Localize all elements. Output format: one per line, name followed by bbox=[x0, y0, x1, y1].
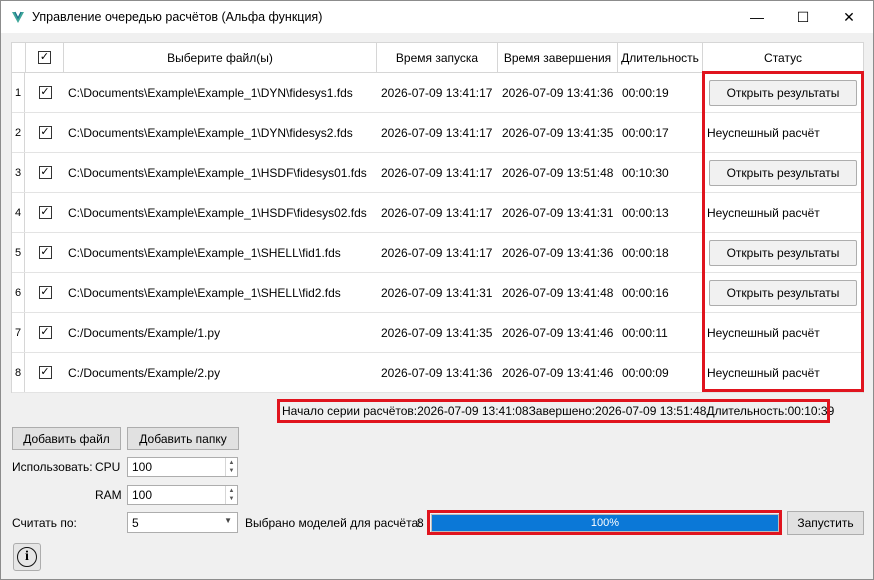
row-checkbox[interactable]: ✓ bbox=[38, 206, 52, 219]
run-button[interactable]: Запустить bbox=[787, 511, 864, 535]
end-time: 2026-07-09 13:41:36 bbox=[502, 85, 614, 100]
header-select-all[interactable]: ✓ bbox=[26, 43, 64, 72]
ram-spinbox[interactable]: 100 ▲ ▼ bbox=[127, 485, 238, 505]
cpu-value: 100 bbox=[132, 460, 153, 474]
header-end[interactable]: Время завершения bbox=[498, 43, 618, 72]
row-checkbox[interactable]: ✓ bbox=[38, 366, 52, 379]
close-button[interactable]: ✕ bbox=[826, 1, 872, 33]
row-select-cell[interactable]: ✓ bbox=[26, 113, 64, 152]
ram-spin-arrows[interactable]: ▲ ▼ bbox=[225, 486, 237, 504]
file-path: C:\Documents\Example\Example_1\HSDF\fide… bbox=[68, 165, 367, 180]
start-time: 2026-07-09 13:41:17 bbox=[381, 205, 493, 220]
row-number: 5 bbox=[12, 233, 25, 272]
duration: 00:00:11 bbox=[622, 325, 668, 340]
use-label: Использовать: bbox=[12, 460, 93, 474]
chevron-down-icon[interactable]: ▼ bbox=[224, 516, 232, 525]
select-all-checkbox[interactable]: ✓ bbox=[38, 51, 51, 64]
main-window: Управление очередью расчётов (Альфа функ… bbox=[0, 0, 874, 580]
end-time: 2026-07-09 13:51:48 bbox=[502, 165, 614, 180]
start-time: 2026-07-09 13:41:31 bbox=[381, 285, 493, 300]
row-number: 1 bbox=[12, 73, 25, 112]
row-number: 8 bbox=[12, 353, 25, 392]
client-area: ✓ Выберите файл(ы) Время запуска Время з… bbox=[1, 33, 873, 579]
duration: 00:00:17 bbox=[622, 125, 669, 140]
header-duration[interactable]: Длительность bbox=[618, 43, 703, 72]
row-checkbox[interactable]: ✓ bbox=[38, 126, 52, 139]
start-time: 2026-07-09 13:41:17 bbox=[381, 85, 493, 100]
row-checkbox[interactable]: ✓ bbox=[38, 246, 52, 259]
info-icon: i bbox=[17, 547, 37, 567]
minimize-button[interactable]: — bbox=[734, 1, 780, 33]
app-logo-icon bbox=[12, 11, 24, 23]
duration: 00:00:19 bbox=[622, 85, 669, 100]
file-path: C:\Documents\Example\Example_1\HSDF\fide… bbox=[68, 205, 367, 220]
window-title: Управление очередью расчётов (Альфа функ… bbox=[32, 10, 323, 24]
add-file-button[interactable]: Добавить файл bbox=[12, 427, 121, 450]
ram-label: RAM bbox=[95, 488, 122, 502]
row-select-cell[interactable]: ✓ bbox=[26, 233, 64, 272]
row-number: 2 bbox=[12, 113, 25, 152]
row-checkbox[interactable]: ✓ bbox=[38, 166, 52, 179]
row-select-cell[interactable]: ✓ bbox=[26, 193, 64, 232]
start-time: 2026-07-09 13:41:35 bbox=[381, 325, 493, 340]
progress-highlight bbox=[427, 510, 782, 535]
row-number: 7 bbox=[12, 313, 25, 352]
ram-value: 100 bbox=[132, 488, 153, 502]
header-status[interactable]: Статус bbox=[703, 43, 863, 72]
row-select-cell[interactable]: ✓ bbox=[26, 73, 64, 112]
status-highlight bbox=[702, 71, 864, 392]
file-path: C:/Documents/Example/1.py bbox=[68, 325, 221, 340]
start-time: 2026-07-09 13:41:17 bbox=[381, 245, 493, 260]
end-time: 2026-07-09 13:41:48 bbox=[502, 285, 614, 300]
file-path: C:\Documents\Example\Example_1\DYN\fides… bbox=[68, 85, 353, 100]
end-time: 2026-07-09 13:41:46 bbox=[502, 365, 614, 380]
duration: 00:10:30 bbox=[622, 165, 669, 180]
start-time: 2026-07-09 13:41:36 bbox=[381, 365, 493, 380]
table-header: ✓ Выберите файл(ы) Время запуска Время з… bbox=[12, 43, 863, 73]
start-time: 2026-07-09 13:41:17 bbox=[381, 165, 493, 180]
row-select-cell[interactable]: ✓ bbox=[26, 273, 64, 312]
duration: 00:00:18 bbox=[622, 245, 669, 260]
info-button[interactable]: i bbox=[13, 543, 41, 571]
row-checkbox[interactable]: ✓ bbox=[38, 326, 52, 339]
title-bar: Управление очередью расчётов (Альфа функ… bbox=[1, 1, 873, 33]
cpu-label: CPU bbox=[95, 460, 121, 474]
row-checkbox[interactable]: ✓ bbox=[38, 86, 52, 99]
add-folder-button[interactable]: Добавить папку bbox=[127, 427, 239, 450]
maximize-button[interactable]: ☐ bbox=[780, 1, 826, 33]
header-start[interactable]: Время запуска bbox=[377, 43, 498, 72]
selected-models-label: Выбрано моделей для расчёта: bbox=[245, 516, 422, 530]
file-path: C:\Documents\Example\Example_1\SHELL\fid… bbox=[68, 285, 341, 300]
end-time: 2026-07-09 13:41:31 bbox=[502, 205, 614, 220]
file-path: C:/Documents/Example/2.py bbox=[68, 365, 221, 380]
file-path: C:\Documents\Example\Example_1\DYN\fides… bbox=[68, 125, 353, 140]
row-number: 6 bbox=[12, 273, 25, 312]
cpu-spin-arrows[interactable]: ▲ ▼ bbox=[225, 458, 237, 476]
end-time: 2026-07-09 13:41:46 bbox=[502, 325, 614, 340]
row-checkbox[interactable]: ✓ bbox=[38, 286, 52, 299]
duration: 00:00:09 bbox=[622, 365, 669, 380]
count-label: Считать по: bbox=[12, 516, 77, 530]
end-time: 2026-07-09 13:41:35 bbox=[502, 125, 614, 140]
file-path: C:\Documents\Example\Example_1\SHELL\fid… bbox=[68, 245, 341, 260]
row-select-cell[interactable]: ✓ bbox=[26, 153, 64, 192]
count-combobox[interactable]: 5 ▼ bbox=[127, 512, 238, 533]
end-time: 2026-07-09 13:41:36 bbox=[502, 245, 614, 260]
row-select-cell[interactable]: ✓ bbox=[26, 353, 64, 392]
cpu-spinbox[interactable]: 100 ▲ ▼ bbox=[127, 457, 238, 477]
duration: 00:00:13 bbox=[622, 205, 669, 220]
header-file[interactable]: Выберите файл(ы) bbox=[64, 43, 377, 72]
row-number: 4 bbox=[12, 193, 25, 232]
header-rownum bbox=[12, 43, 26, 72]
count-value: 5 bbox=[132, 515, 139, 530]
start-time: 2026-07-09 13:41:17 bbox=[381, 125, 493, 140]
row-select-cell[interactable]: ✓ bbox=[26, 313, 64, 352]
summary-highlight bbox=[277, 399, 830, 423]
row-number: 3 bbox=[12, 153, 25, 192]
duration: 00:00:16 bbox=[622, 285, 669, 300]
selected-models-value: 8 bbox=[417, 516, 424, 530]
